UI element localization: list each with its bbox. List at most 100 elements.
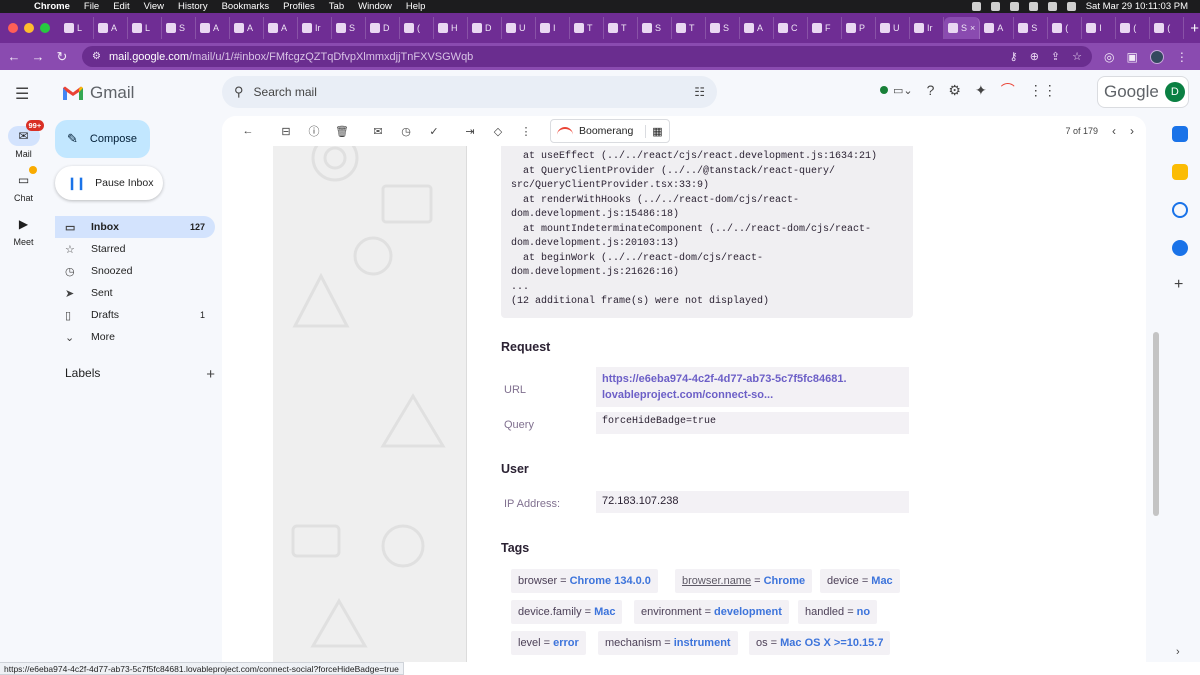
- close-tab-icon[interactable]: ×: [970, 23, 975, 33]
- sidebar-item-starred[interactable]: ☆ Starred: [55, 238, 215, 260]
- minimize-window-button[interactable]: [24, 23, 34, 33]
- archive-icon[interactable]: ⊟: [272, 125, 300, 138]
- browser-tab[interactable]: L: [128, 17, 162, 39]
- mac-menu-file[interactable]: File: [84, 1, 99, 12]
- browser-tab-active[interactable]: S ×: [944, 17, 981, 39]
- zoom-icon[interactable]: ⊕: [1030, 50, 1039, 63]
- tag-chip[interactable]: device = Mac: [820, 569, 900, 593]
- site-info-icon[interactable]: ⚙: [92, 51, 101, 62]
- battery-icon[interactable]: [1028, 2, 1038, 11]
- browser-tab[interactable]: T: [570, 17, 604, 39]
- browser-tab[interactable]: I: [1082, 17, 1117, 39]
- tag-value[interactable]: Chrome: [764, 575, 806, 587]
- sidebar-item-drafts[interactable]: ▯ Drafts 1: [55, 304, 215, 326]
- boomerang-button[interactable]: Boomerang ▦: [550, 119, 670, 143]
- spotlight-icon[interactable]: [1066, 2, 1076, 11]
- tag-value[interactable]: Chrome 134.0.0: [570, 575, 651, 587]
- new-tab-button[interactable]: +: [1190, 20, 1199, 37]
- mac-app-menu[interactable]: Chrome: [34, 1, 70, 12]
- rail-chat[interactable]: ▭ Chat: [0, 166, 47, 203]
- main-menu-icon[interactable]: ☰: [15, 84, 29, 104]
- sidebar-item-more[interactable]: ⌄ More: [55, 326, 215, 348]
- browser-tab[interactable]: T: [604, 17, 638, 39]
- close-window-button[interactable]: [8, 23, 18, 33]
- tag-key[interactable]: browser.name: [682, 575, 751, 587]
- mac-menu-history[interactable]: History: [178, 1, 208, 12]
- mac-menu-help[interactable]: Help: [406, 1, 426, 12]
- back-button[interactable]: ←: [2, 49, 26, 64]
- extension-icon[interactable]: ◎: [1104, 50, 1114, 64]
- browser-tab[interactable]: (: [400, 17, 434, 39]
- browser-tab[interactable]: A: [980, 17, 1015, 39]
- tag-chip[interactable]: mechanism = instrument: [598, 631, 738, 655]
- help-icon[interactable]: ?: [927, 82, 935, 98]
- search-icon[interactable]: ⚲: [234, 84, 244, 100]
- browser-tab[interactable]: I: [536, 17, 570, 39]
- snooze-icon[interactable]: ◷: [392, 125, 420, 138]
- back-to-inbox-icon[interactable]: ←: [234, 125, 262, 137]
- browser-tab[interactable]: F: [808, 17, 842, 39]
- browser-tab[interactable]: L: [60, 17, 94, 39]
- browser-tab[interactable]: U: [502, 17, 536, 39]
- search-bar[interactable]: ⚲ Search mail ☷: [222, 76, 717, 108]
- label-icon[interactable]: ◇: [484, 125, 512, 138]
- forward-button[interactable]: →: [26, 49, 50, 64]
- browser-tab[interactable]: T: [672, 17, 706, 39]
- mac-menu-view[interactable]: View: [144, 1, 164, 12]
- apps-grid-icon[interactable]: ⋮⋮: [1029, 82, 1057, 99]
- browser-tab[interactable]: H: [434, 17, 468, 39]
- more-icon[interactable]: ⋮: [512, 125, 540, 138]
- mac-menu-edit[interactable]: Edit: [113, 1, 129, 12]
- browser-tab[interactable]: U: [876, 17, 910, 39]
- request-url-link[interactable]: https://e6eba974-4c2f-4d77-ab73-5c7f5fc8…: [596, 367, 909, 407]
- browser-tab[interactable]: S: [706, 17, 740, 39]
- browser-tab[interactable]: S: [1014, 17, 1049, 39]
- browser-tab[interactable]: S: [162, 17, 196, 39]
- wifi-icon[interactable]: [1047, 2, 1057, 11]
- tag-value[interactable]: error: [553, 637, 579, 649]
- address-bar[interactable]: ⚙ mail.google.com/mail/u/1/#inbox/FMfcgz…: [82, 46, 1092, 67]
- tag-value[interactable]: no: [857, 606, 870, 618]
- settings-gear-icon[interactable]: ⚙: [948, 82, 961, 99]
- pause-inbox-button[interactable]: ❙❙ Pause Inbox: [55, 166, 163, 200]
- browser-tab[interactable]: (: [1150, 17, 1185, 39]
- browser-tab[interactable]: Ir: [910, 17, 944, 39]
- browser-tab[interactable]: (: [1048, 17, 1083, 39]
- sidebar-item-sent[interactable]: ➤ Sent: [55, 282, 215, 304]
- tag-value[interactable]: instrument: [674, 637, 731, 649]
- boomerang-arc-icon[interactable]: ⌒: [1001, 80, 1015, 100]
- browser-tab[interactable]: A: [230, 17, 264, 39]
- rail-meet[interactable]: ▶ Meet: [0, 214, 47, 247]
- status-indicator[interactable]: ▭⌄: [880, 84, 913, 97]
- browser-tab[interactable]: A: [740, 17, 774, 39]
- show-side-panel-chevron-icon[interactable]: ›: [1176, 646, 1180, 658]
- status-icon[interactable]: [971, 2, 981, 11]
- delete-icon[interactable]: 🗑: [328, 125, 356, 138]
- tag-value[interactable]: Mac: [594, 606, 615, 618]
- gemini-sparkle-icon[interactable]: ✦: [975, 82, 987, 99]
- menubar-clock[interactable]: Sat Mar 29 10:11:03 PM: [1086, 1, 1188, 12]
- add-task-icon[interactable]: ✓: [420, 125, 448, 138]
- scrollbar-thumb[interactable]: [1153, 332, 1159, 516]
- browser-tab[interactable]: (: [1116, 17, 1151, 39]
- chrome-menu-icon[interactable]: ⋮: [1176, 50, 1188, 64]
- tag-value[interactable]: Mac OS X >=10.15.7: [780, 637, 883, 649]
- status-icon[interactable]: [990, 2, 1000, 11]
- browser-tab[interactable]: A: [196, 17, 230, 39]
- search-options-icon[interactable]: ☷: [694, 85, 705, 99]
- create-label-button[interactable]: +: [206, 366, 215, 383]
- key-icon[interactable]: ⚷: [1010, 50, 1018, 63]
- browser-tab[interactable]: Ir: [298, 17, 332, 39]
- mac-menu-window[interactable]: Window: [358, 1, 392, 12]
- tasks-icon[interactable]: [1172, 202, 1188, 218]
- zoom-window-button[interactable]: [40, 23, 50, 33]
- sidebar-item-snoozed[interactable]: ◷ Snoozed: [55, 260, 215, 282]
- sidebar-item-inbox[interactable]: ▭ Inbox 127: [55, 216, 215, 238]
- tag-chip[interactable]: level = error: [511, 631, 586, 655]
- browser-tab[interactable]: A: [264, 17, 298, 39]
- browser-tab[interactable]: S: [332, 17, 366, 39]
- share-icon[interactable]: ⇪: [1051, 50, 1060, 63]
- browser-tab[interactable]: C: [774, 17, 808, 39]
- browser-tab[interactable]: D: [366, 17, 400, 39]
- move-to-icon[interactable]: ⇥: [456, 125, 484, 138]
